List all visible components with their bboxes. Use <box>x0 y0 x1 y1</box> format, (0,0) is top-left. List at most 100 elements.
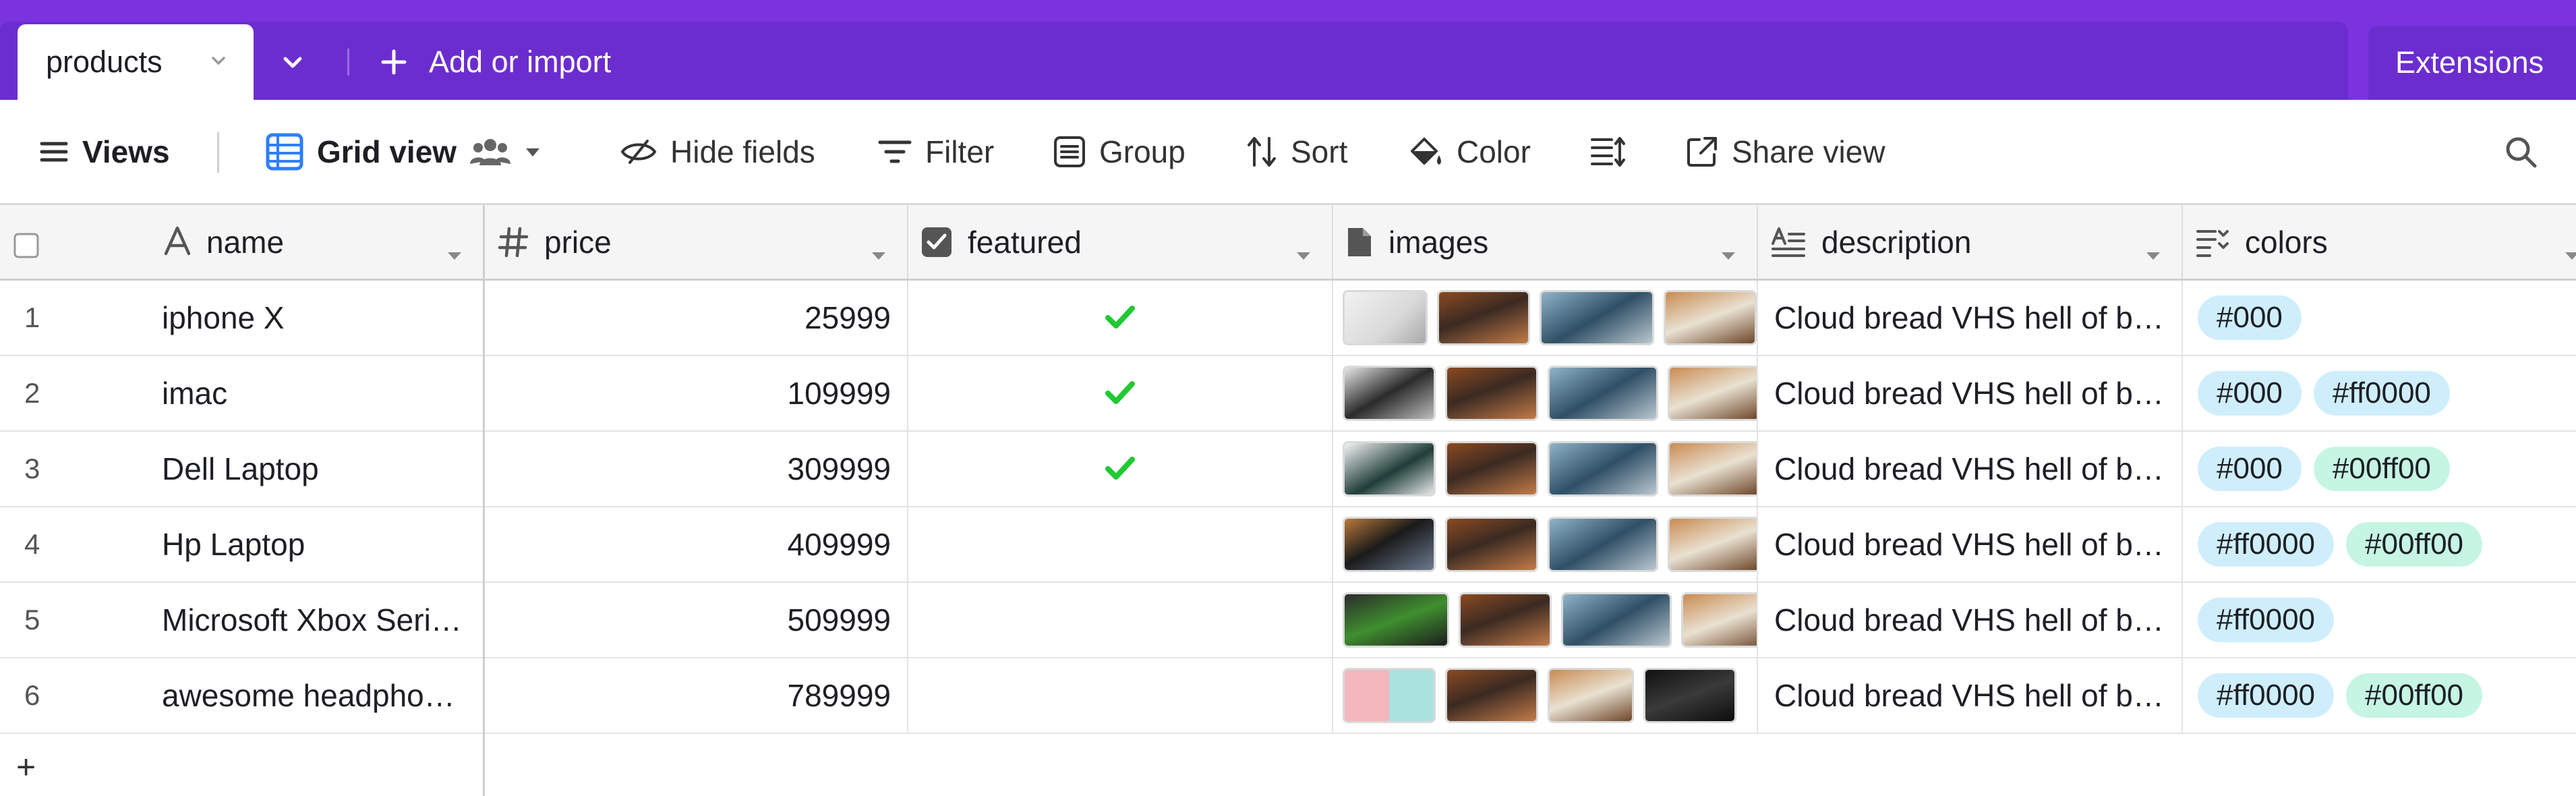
column-header-price[interactable]: price <box>485 205 908 279</box>
cell-colors[interactable]: #000 <box>2183 281 2576 355</box>
frozen-column-divider[interactable] <box>483 205 485 796</box>
extensions-button[interactable]: Extensions <box>2368 26 2576 100</box>
image-thumbnail[interactable] <box>1548 441 1658 496</box>
cell-featured[interactable] <box>908 432 1333 506</box>
cell-featured[interactable] <box>908 507 1333 581</box>
table-row[interactable]: 2 imac 109999 Cloud bread VHS hell of b…… <box>0 356 2576 432</box>
cell-description[interactable]: Cloud bread VHS hell of b… <box>1758 507 2183 581</box>
image-thumbnail[interactable] <box>1548 668 1634 723</box>
image-thumbnail[interactable] <box>1459 592 1552 648</box>
image-thumbnail[interactable] <box>1445 366 1538 421</box>
table-row[interactable]: 6 awesome headpho… 789999 Cloud bread VH… <box>0 658 2576 734</box>
cell-featured[interactable] <box>908 356 1333 430</box>
column-header-colors[interactable]: colors <box>2183 205 2576 279</box>
color-button[interactable]: Color <box>1408 100 1531 203</box>
cell-price[interactable]: 25999 <box>485 281 908 355</box>
chevron-down-icon[interactable] <box>208 50 229 75</box>
image-thumbnail[interactable] <box>1343 517 1436 572</box>
image-thumbnail[interactable] <box>1343 441 1436 496</box>
cell-description[interactable]: Cloud bread VHS hell of b… <box>1758 432 2183 506</box>
share-view-button[interactable]: Share view <box>1686 100 1885 203</box>
views-button[interactable]: Views <box>39 100 170 203</box>
caret-down-icon[interactable] <box>524 143 541 161</box>
image-thumbnail[interactable] <box>1540 290 1654 345</box>
image-thumbnail[interactable] <box>1445 441 1538 496</box>
image-thumbnail[interactable] <box>1668 517 1757 572</box>
cell-featured[interactable] <box>908 658 1333 733</box>
cell-description[interactable]: Cloud bread VHS hell of b… <box>1758 356 2183 430</box>
sort-button[interactable]: Sort <box>1246 100 1347 203</box>
cell-images[interactable] <box>1333 356 1758 430</box>
image-thumbnail[interactable] <box>1668 441 1757 496</box>
cell-name[interactable]: imac <box>162 356 483 430</box>
cell-images[interactable] <box>1333 281 1758 355</box>
cell-featured[interactable] <box>908 281 1333 355</box>
cell-images[interactable] <box>1333 583 1758 657</box>
caret-down-icon[interactable] <box>2145 235 2161 271</box>
column-label: price <box>544 224 612 260</box>
row-number: 3 <box>24 453 40 484</box>
add-or-import-button[interactable]: Add or import <box>379 38 611 86</box>
caret-down-icon[interactable] <box>446 235 463 271</box>
caret-down-icon[interactable] <box>1720 235 1736 271</box>
grid-view-button[interactable]: Grid view <box>266 100 541 203</box>
cell-colors[interactable]: #ff0000 #00ff00 <box>2183 507 2576 581</box>
cell-name[interactable]: iphone X <box>162 281 483 355</box>
add-record-button[interactable]: + <box>16 747 36 787</box>
cell-images[interactable] <box>1333 507 1758 581</box>
cell-name[interactable]: awesome headpho… <box>162 658 483 733</box>
hash-icon <box>498 227 529 257</box>
cell-description[interactable]: Cloud bread VHS hell of b… <box>1758 583 2183 657</box>
cell-images[interactable] <box>1333 658 1758 733</box>
cell-name[interactable]: Dell Laptop <box>162 432 483 506</box>
group-button[interactable]: Group <box>1053 100 1185 203</box>
cell-price[interactable]: 509999 <box>485 583 908 657</box>
table-row[interactable]: 1 iphone X 25999 Cloud bread VHS hell of… <box>0 281 2576 356</box>
image-thumbnail[interactable] <box>1445 517 1538 572</box>
column-header-images[interactable]: images <box>1333 205 1758 279</box>
image-thumbnail[interactable] <box>1343 668 1436 723</box>
cell-description[interactable]: Cloud bread VHS hell of b… <box>1758 658 2183 733</box>
image-thumbnail[interactable] <box>1445 668 1538 723</box>
cell-description[interactable]: Cloud bread VHS hell of b… <box>1758 281 2183 355</box>
image-thumbnail[interactable] <box>1343 366 1436 421</box>
column-header-featured[interactable]: featured <box>908 205 1333 279</box>
cell-colors[interactable]: #000 #ff0000 <box>2183 356 2576 430</box>
column-header-name[interactable]: name <box>0 205 483 279</box>
image-thumbnail[interactable] <box>1643 668 1736 723</box>
image-thumbnail[interactable] <box>1668 366 1757 421</box>
cell-colors[interactable]: #000 #00ff00 <box>2183 432 2576 506</box>
image-thumbnail[interactable] <box>1561 592 1672 648</box>
caret-down-icon[interactable] <box>1295 235 1312 271</box>
cell-price[interactable]: 309999 <box>485 432 908 506</box>
cell-colors[interactable]: #ff0000 <box>2183 583 2576 657</box>
cell-price[interactable]: 789999 <box>485 658 908 733</box>
image-thumbnail[interactable] <box>1437 290 1530 345</box>
image-thumbnail[interactable] <box>1343 592 1449 648</box>
cell-featured[interactable] <box>908 583 1333 657</box>
image-thumbnail[interactable] <box>1343 290 1428 345</box>
image-thumbnail[interactable] <box>1548 366 1658 421</box>
cell-colors[interactable]: #ff0000 #00ff00 <box>2183 658 2576 733</box>
tables-dropdown-button[interactable] <box>268 38 317 86</box>
row-height-button[interactable] <box>1590 100 1625 203</box>
table-row[interactable]: 3 Dell Laptop 309999 Cloud bread VHS hel… <box>0 432 2576 507</box>
cell-price[interactable]: 409999 <box>485 507 908 581</box>
select-all-checkbox[interactable] <box>13 229 39 266</box>
table-row[interactable]: 5 Microsoft Xbox Seri… 509999 Cloud brea… <box>0 583 2576 658</box>
caret-down-icon[interactable] <box>2564 235 2576 271</box>
cell-price[interactable]: 109999 <box>485 356 908 430</box>
hide-fields-button[interactable]: Hide fields <box>620 100 815 203</box>
table-row[interactable]: 4 Hp Laptop 409999 Cloud bread VHS hell … <box>0 507 2576 583</box>
cell-name[interactable]: Microsoft Xbox Seri… <box>162 583 483 657</box>
image-thumbnail[interactable] <box>1664 290 1757 345</box>
column-header-description[interactable]: description <box>1758 205 2183 279</box>
caret-down-icon[interactable] <box>871 235 887 271</box>
search-button[interactable] <box>2503 100 2538 203</box>
filter-button[interactable]: Filter <box>878 100 994 203</box>
image-thumbnail[interactable] <box>1681 592 1757 648</box>
cell-images[interactable] <box>1333 432 1758 506</box>
cell-name[interactable]: Hp Laptop <box>162 507 483 581</box>
image-thumbnail[interactable] <box>1548 517 1658 572</box>
tab-products[interactable]: products <box>18 24 254 100</box>
